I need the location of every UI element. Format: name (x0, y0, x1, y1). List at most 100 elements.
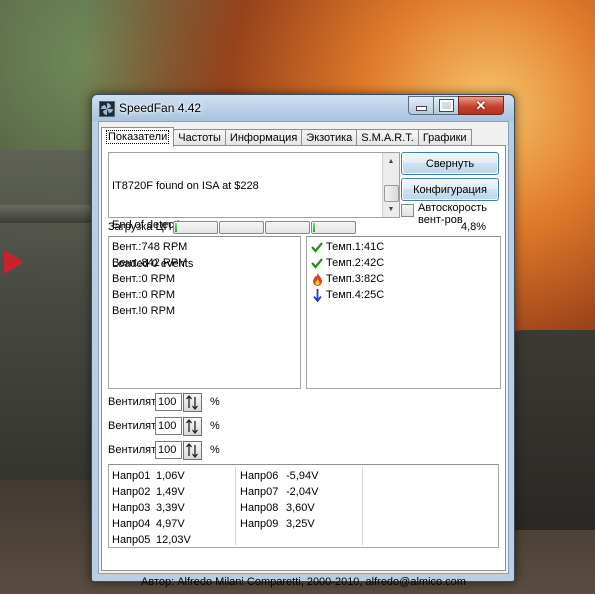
title-bar[interactable]: SpeedFan 4.42 ✕ (92, 95, 514, 121)
check-icon (311, 240, 323, 254)
voltage-reading: Напр04 4,97V (112, 516, 191, 532)
temperature-label: Темп.4:25C (326, 289, 385, 301)
voltages-box: Напр01 1,06V Напр02 1,49V Напр03 3,39V Напр… (108, 464, 499, 548)
temperature-label: Темп.1:41C (326, 241, 385, 253)
voltage-value: 1,06V (156, 470, 185, 482)
column-divider (235, 467, 236, 545)
voltage-reading: Напр01 1,06V (112, 468, 191, 484)
log-scrollbar[interactable]: ▲ ▼ (382, 153, 399, 217)
temperature-reading: Темп.4:25C (311, 287, 384, 303)
flame-icon (311, 272, 323, 286)
percent-unit: % (210, 396, 220, 408)
fan-speed-label: Вентилят (108, 396, 157, 408)
voltage-value: 12,03V (156, 534, 191, 546)
fan-reading: Вент.:748 RPM (112, 241, 188, 253)
voltage-value: 1,49V (156, 486, 185, 498)
voltage-name: Напр04 (112, 518, 151, 530)
maximize-window-button[interactable] (433, 96, 459, 115)
column-divider (362, 467, 363, 545)
voltage-value: 3,39V (156, 502, 185, 514)
temperature-label: Темп.2:42C (326, 257, 385, 269)
spin-updown-icon[interactable] (183, 392, 202, 412)
voltage-reading: Напр09 3,25V (240, 516, 318, 532)
close-icon: ✕ (475, 97, 487, 113)
wallpaper-tank-gun (0, 205, 100, 223)
percent-unit: % (210, 420, 220, 432)
event-log[interactable]: IT8720F found on ISA at $228 End of dete… (108, 152, 400, 270)
close-window-button[interactable]: ✕ (458, 96, 504, 115)
cpu-usage-value: 4,8% (461, 221, 487, 233)
speedfan-fan-icon[interactable] (99, 101, 115, 117)
cpu-core-bar (219, 221, 264, 234)
scroll-up-arrow-icon[interactable]: ▲ (383, 153, 399, 169)
window-client-area: Показатели Частоты Информация Экзотика S… (98, 121, 509, 588)
temperature-label: Темп.3:82C (326, 273, 385, 285)
voltage-reading: Напр03 3,39V (112, 500, 191, 516)
voltage-name: Напр01 (112, 470, 151, 482)
check-icon (311, 256, 323, 270)
fan-speed-control: Вентилят 100 % (108, 392, 220, 412)
autospeed-checkbox[interactable] (401, 204, 414, 217)
voltage-column: Напр06 -5,94V Напр07 -2,04V Напр08 3,60V На… (240, 468, 318, 532)
temperature-reading: Темп.1:41C (311, 239, 384, 255)
voltage-name: Напр02 (112, 486, 151, 498)
voltage-value: 3,25V (286, 518, 315, 530)
fan-reading: Вент.:0 RPM (112, 273, 176, 285)
temperature-reading: Темп.3:82C (311, 271, 384, 287)
cpu-core-fill (175, 223, 177, 232)
voltage-reading: Напр06 -5,94V (240, 468, 318, 484)
spin-updown-icon[interactable] (183, 440, 202, 460)
cpu-core-fill (313, 223, 315, 232)
voltage-name: Напр05 (112, 534, 151, 546)
voltage-value: 3,60V (286, 502, 315, 514)
temperatures-box: Темп.1:41C Темп.2:42C Темп.3:82C Темп.4:… (306, 236, 501, 389)
fan-reading: Вент.!0 RPM (112, 305, 176, 317)
fan-speed-label: Вентилят (108, 420, 157, 432)
arrow-down-icon (311, 288, 323, 302)
tab-label: Показатели (106, 130, 170, 144)
voltage-name: Напр09 (240, 518, 279, 530)
voltage-name: Напр07 (240, 486, 279, 498)
maximize-icon (438, 99, 454, 112)
readings-panel: IT8720F found on ISA at $228 End of dete… (101, 145, 506, 571)
percent-unit: % (210, 444, 220, 456)
fan-speed-input[interactable]: 100 (155, 393, 182, 411)
voltage-reading: Напр05 12,03V (112, 532, 191, 548)
voltage-value: -5,94V (286, 470, 319, 482)
voltage-value: -2,04V (286, 486, 319, 498)
voltage-reading: Напр08 3,60V (240, 500, 318, 516)
cpu-core-bar (173, 221, 218, 234)
cpu-core-bar (311, 221, 356, 234)
fan-reading: Вент.:842 RPM (112, 257, 188, 269)
fan-speed-control: Вентилят 100 % (108, 440, 220, 460)
minimize-window-button[interactable] (408, 96, 434, 115)
tab-readings[interactable]: Показатели (101, 127, 175, 147)
temperature-reading: Темп.2:42C (311, 255, 384, 271)
log-line: IT8720F found on ISA at $228 (112, 180, 259, 192)
fan-speed-input[interactable]: 100 (155, 441, 182, 459)
fan-speeds-box: Вент.:748 RPM Вент.:842 RPM Вент.:0 RPM … (108, 236, 301, 389)
minimize-to-tray-button[interactable]: Свернуть (401, 152, 499, 175)
cpu-usage-label: Загрузка ЦП (108, 221, 172, 233)
voltage-name: Напр06 (240, 470, 279, 482)
cpu-core-bar (265, 221, 310, 234)
scroll-thumb[interactable] (384, 185, 399, 202)
voltage-name: Напр03 (112, 502, 151, 514)
voltage-reading: Напр02 1,49V (112, 484, 191, 500)
window-title: SpeedFan 4.42 (119, 101, 202, 115)
tab-strip: Показатели Частоты Информация Экзотика S… (101, 127, 472, 147)
fan-speed-control: Вентилят 100 % (108, 416, 220, 436)
spin-updown-icon[interactable] (183, 416, 202, 436)
voltage-value: 4,97V (156, 518, 185, 530)
fan-speed-label: Вентилят (108, 444, 157, 456)
fan-reading: Вент.:0 RPM (112, 289, 176, 301)
minimize-icon (415, 106, 427, 111)
configure-button[interactable]: Конфигурация (401, 178, 499, 201)
fan-speed-input[interactable]: 100 (155, 417, 182, 435)
status-bar: Автор: Alfredo Milani Comparetti, 2000-2… (101, 574, 506, 590)
wallpaper-red-star (4, 250, 24, 274)
voltage-reading: Напр07 -2,04V (240, 484, 318, 500)
voltage-name: Напр08 (240, 502, 279, 514)
speedfan-window: SpeedFan 4.42 ✕ Показатели Частоты Инфор… (91, 94, 515, 588)
scroll-down-arrow-icon[interactable]: ▼ (383, 201, 399, 217)
